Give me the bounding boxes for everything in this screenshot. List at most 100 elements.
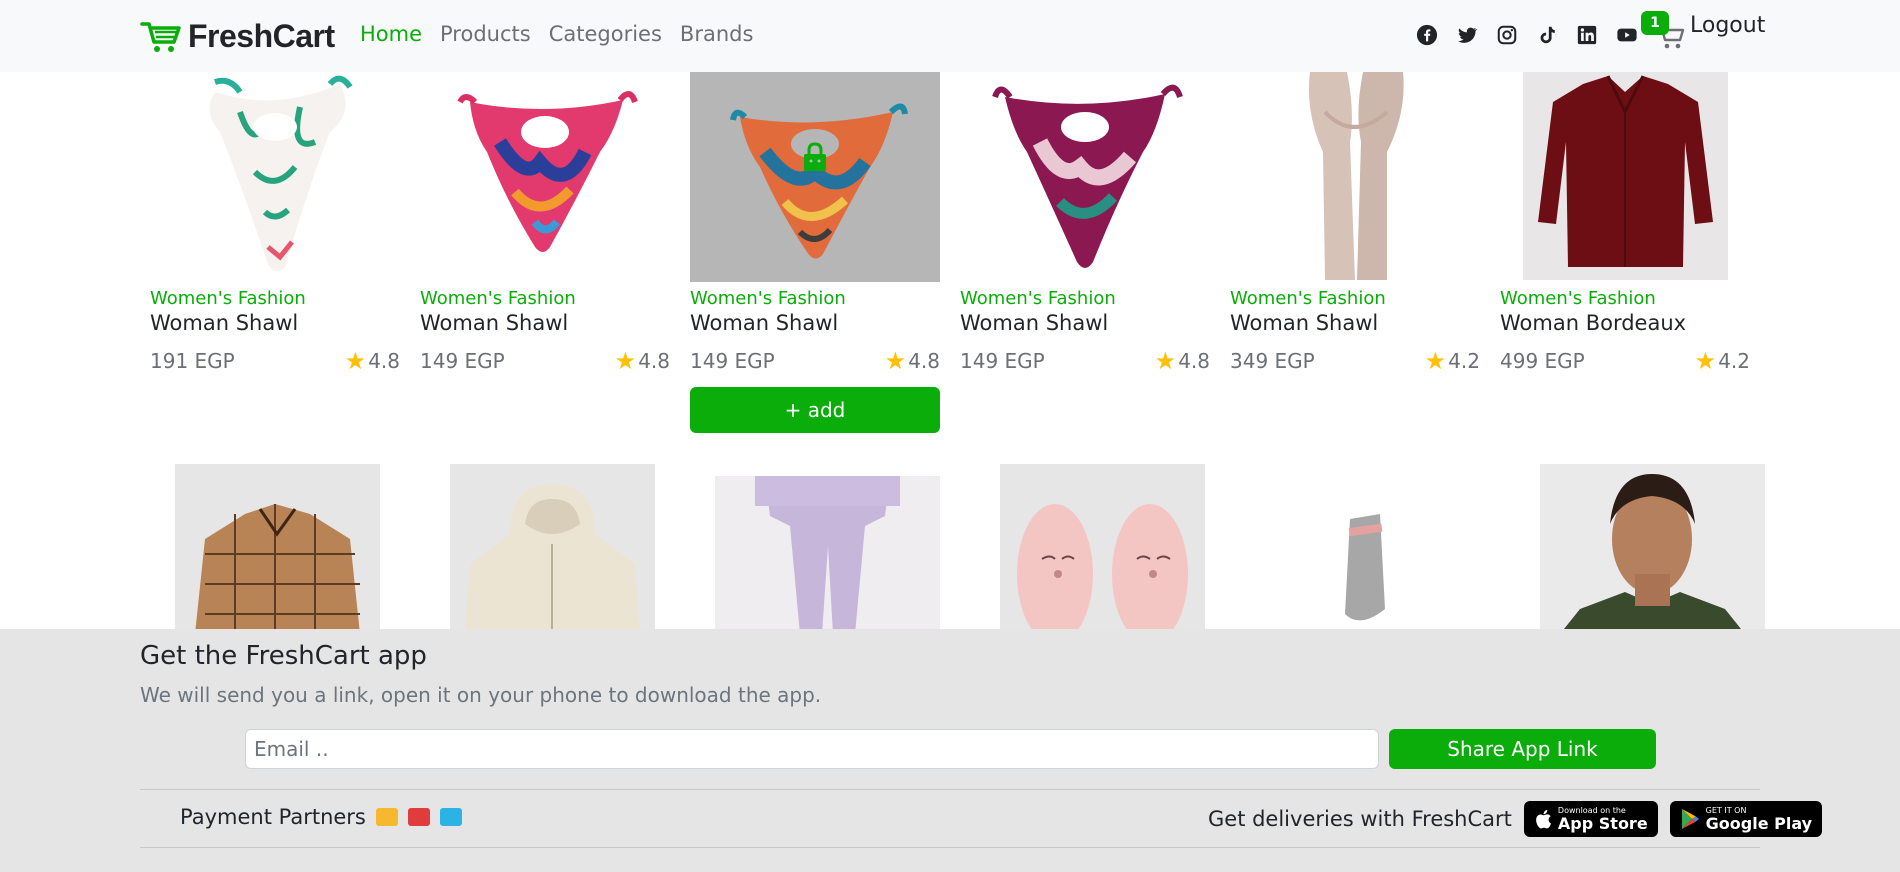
- product-image[interactable]: [1500, 72, 1750, 282]
- product-title: Woman Shawl: [960, 311, 1109, 335]
- product-image[interactable]: [425, 464, 680, 634]
- app-download-footer: Get the FreshCart app We will send you a…: [0, 629, 1900, 872]
- product-title: Woman Shawl: [420, 311, 569, 335]
- product-category: Women's Fashion: [420, 288, 576, 309]
- star-icon: ★: [1154, 347, 1177, 375]
- product-card[interactable]: [1240, 464, 1515, 634]
- cart-logo-icon: [140, 21, 181, 52]
- product-card[interactable]: [415, 464, 690, 634]
- product-category: Women's Fashion: [960, 288, 1116, 309]
- nav-link-products[interactable]: Products: [440, 22, 531, 46]
- product-image[interactable]: [420, 72, 670, 282]
- product-card[interactable]: Women's Fashion Woman Shawl 349 EGP ★ 4.2: [1220, 72, 1490, 432]
- google-play-text: GET IT ON Google Play: [1706, 806, 1812, 832]
- add-to-cart-button[interactable]: + add: [690, 387, 940, 433]
- twitter-icon[interactable]: [1456, 24, 1478, 46]
- google-play-big-text: Google Play: [1705, 814, 1813, 833]
- footer-subtitle: We will send you a link, open it on your…: [140, 683, 822, 707]
- product-image[interactable]: [1525, 464, 1780, 634]
- product-image[interactable]: [150, 464, 405, 634]
- app-store-links: Get deliveries with FreshCart Download o…: [1208, 801, 1823, 837]
- paypal-icon: [439, 808, 462, 826]
- logout-link[interactable]: Logout: [1690, 13, 1765, 38]
- youtube-icon[interactable]: [1616, 24, 1638, 46]
- price-row: 349 EGP ★ 4.2: [1230, 349, 1480, 373]
- facebook-icon[interactable]: [1416, 24, 1438, 46]
- product-rating: ★ 4.8: [345, 349, 400, 373]
- product-card[interactable]: Women's Fashion Woman Shawl 191 EGP ★ 4.8: [140, 72, 410, 432]
- product-price: 149 EGP: [420, 349, 505, 373]
- linkedin-icon[interactable]: [1576, 24, 1598, 46]
- mastercard-icon: [407, 808, 430, 826]
- social-links: [1416, 24, 1638, 46]
- product-row: [140, 464, 1790, 634]
- product-card[interactable]: Women's Fashion Woman Shawl 149 EGP ★ 4.8: [410, 72, 680, 432]
- rating-value: 4.8: [908, 349, 940, 373]
- product-title: Woman Shawl: [690, 311, 839, 335]
- tiktok-icon[interactable]: [1536, 24, 1558, 46]
- product-title: Woman Shawl: [1230, 311, 1379, 335]
- app-store-big-text: App Store: [1557, 814, 1648, 833]
- price-row: 499 EGP ★ 4.2: [1500, 349, 1750, 373]
- product-row: Women's Fashion Woman Shawl 191 EGP ★ 4.8…: [140, 72, 1760, 433]
- price-row: 149 EGP ★ 4.8: [690, 349, 940, 373]
- product-category: Women's Fashion: [150, 288, 306, 309]
- lock-icon: [804, 142, 826, 171]
- product-price: 149 EGP: [690, 349, 775, 373]
- product-card[interactable]: Women's Fashion Woman Bordeaux 499 EGP ★…: [1490, 72, 1760, 432]
- product-card[interactable]: [140, 464, 415, 634]
- product-card[interactable]: Women's Fashion Woman Shawl 149 EGP ★ 4.8…: [680, 72, 950, 433]
- rating-value: 4.8: [368, 349, 400, 373]
- product-card[interactable]: [965, 464, 1240, 634]
- product-price: 149 EGP: [960, 349, 1045, 373]
- star-icon: ★: [344, 347, 367, 375]
- nav-link-home[interactable]: Home: [360, 22, 422, 46]
- nav-link-brands[interactable]: Brands: [680, 22, 754, 46]
- deliveries-label: Get deliveries with FreshCart: [1208, 807, 1512, 831]
- price-row: 149 EGP ★ 4.8: [960, 349, 1210, 373]
- product-rating: ★ 4.8: [615, 349, 670, 373]
- product-grid: Women's Fashion Woman Shawl 191 EGP ★ 4.8…: [140, 72, 1765, 634]
- payment-partners: Payment Partners: [180, 805, 462, 829]
- product-price: 191 EGP: [150, 349, 235, 373]
- product-image[interactable]: [150, 72, 400, 282]
- instagram-icon[interactable]: [1496, 24, 1518, 46]
- product-category: Women's Fashion: [1230, 288, 1386, 309]
- product-image[interactable]: [1250, 464, 1505, 634]
- app-store-badge[interactable]: Download on the App Store: [1523, 801, 1658, 837]
- product-image[interactable]: [1230, 72, 1480, 282]
- star-icon: ★: [1694, 347, 1717, 375]
- product-rating: ★ 4.8: [885, 349, 940, 373]
- product-category: Women's Fashion: [1500, 288, 1656, 309]
- product-image[interactable]: [960, 72, 1210, 282]
- product-rating: ★ 4.8: [1155, 349, 1210, 373]
- share-app-link-button[interactable]: Share App Link: [1389, 729, 1656, 769]
- product-card[interactable]: [1515, 464, 1790, 634]
- brand-logo[interactable]: FreshCart: [140, 18, 335, 55]
- product-rating: ★ 4.2: [1695, 349, 1750, 373]
- navbar: FreshCart Home Products Categories Brand…: [0, 0, 1900, 72]
- product-image[interactable]: [690, 72, 940, 282]
- product-card[interactable]: [690, 464, 965, 634]
- cart-count-badge: 1: [1641, 11, 1669, 35]
- email-input[interactable]: [245, 729, 1379, 769]
- divider: [140, 789, 1760, 790]
- product-card[interactable]: Women's Fashion Woman Shawl 149 EGP ★ 4.8: [950, 72, 1220, 432]
- product-image[interactable]: [975, 464, 1230, 634]
- apple-icon: [1536, 810, 1552, 829]
- amazon-pay-icon: [375, 808, 398, 826]
- rating-value: 4.2: [1448, 349, 1480, 373]
- product-title: Woman Bordeaux: [1500, 311, 1687, 335]
- star-icon: ★: [884, 347, 907, 375]
- nav-link-categories[interactable]: Categories: [549, 22, 662, 46]
- product-category: Women's Fashion: [690, 288, 846, 309]
- rating-value: 4.2: [1718, 349, 1750, 373]
- product-image[interactable]: [700, 464, 955, 634]
- payment-partners-label: Payment Partners: [180, 805, 366, 829]
- google-play-icon: [1681, 809, 1699, 829]
- star-icon: ★: [614, 347, 637, 375]
- star-icon: ★: [1424, 347, 1447, 375]
- rating-value: 4.8: [638, 349, 670, 373]
- google-play-badge[interactable]: GET IT ON Google Play: [1669, 801, 1823, 837]
- app-store-text: Download on the App Store: [1558, 806, 1648, 832]
